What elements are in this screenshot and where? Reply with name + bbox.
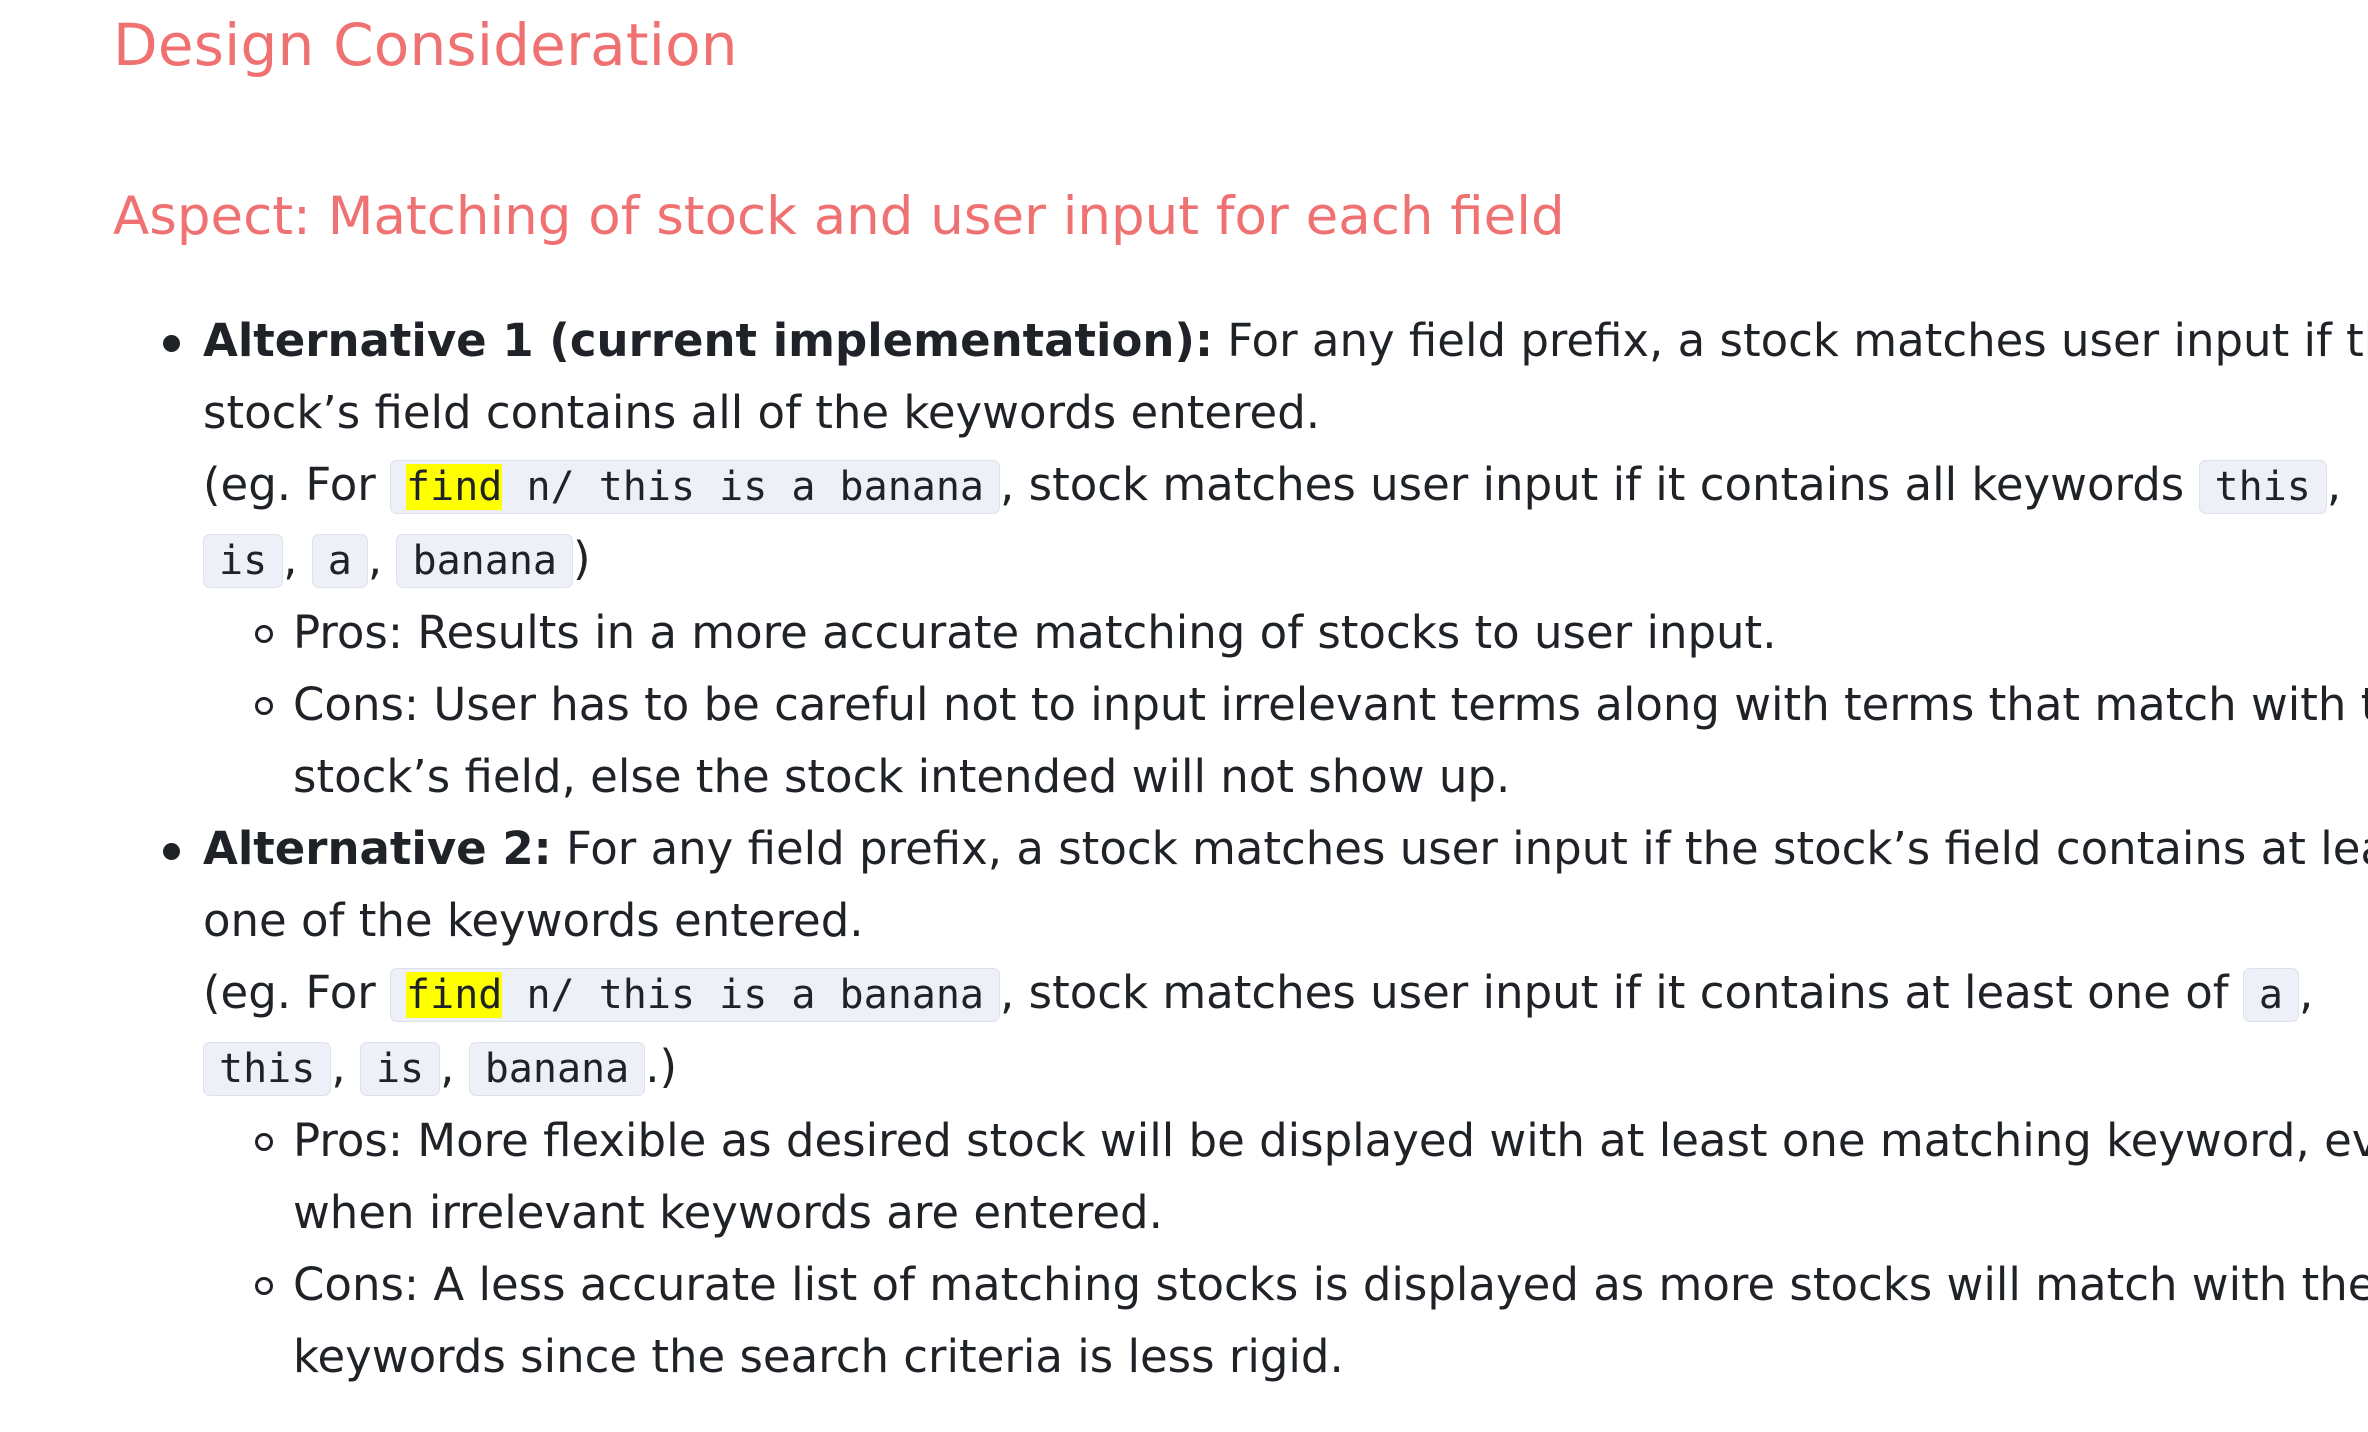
alternative-1-example-command: find n/ this is a banana [390,460,1001,514]
keyword-code: is [359,1042,441,1096]
alternative-1-pros: Pros: Results in a more accurate matchin… [255,597,2368,669]
alternative-1-name: Alternative 1 (current implementation): [203,314,1213,367]
section-title: Design Consideration [113,11,738,79]
keyword-code: this [203,1042,332,1096]
command-args: n/ this is a banana [502,972,985,1018]
alternative-2: Alternative 2: For any field prefix, a s… [163,813,2368,1393]
alternative-1-example-end: ) [572,532,591,585]
alternative-1-pros-cons: Pros: Results in a more accurate matchin… [203,597,2368,813]
find-keyword-highlight: find [406,972,503,1018]
alternative-2-cons: Cons: A less accurate list of matching s… [255,1249,2368,1393]
keyword-code: banana [468,1042,646,1096]
keyword-code: banana [396,534,573,588]
alternatives-list: Alternative 1 (current implementation): … [113,305,2368,1393]
alternative-1-cons: Cons: User has to be careful not to inpu… [255,669,2368,813]
alternative-2-name: Alternative 2: [203,822,552,875]
alternative-2-example-prefix: (eg. For [203,966,376,1019]
alternative-2-pros: Pros: More flexible as desired stock wil… [255,1105,2368,1249]
alternative-2-example-command: find n/ this is a banana [390,968,1001,1022]
keyword-code: is [203,534,284,588]
aspect-title: Aspect: Matching of stock and user input… [113,186,1565,247]
command-args: n/ this is a banana [502,464,985,510]
alternative-1: Alternative 1 (current implementation): … [163,305,2368,813]
keyword-code: this [2198,460,2327,514]
alternative-1-example-prefix: (eg. For [203,458,376,511]
keyword-code: a [311,534,368,588]
find-keyword-highlight: find [406,464,503,510]
keyword-code: a [2242,968,2300,1022]
alternative-2-example-middle: , stock matches user input if it contain… [1000,966,2229,1019]
alternative-2-pros-cons: Pros: More flexible as desired stock wil… [203,1105,2368,1393]
alternative-2-example-end: .) [645,1040,678,1093]
alternative-1-example-middle: , stock matches user input if it contain… [1000,458,2185,511]
